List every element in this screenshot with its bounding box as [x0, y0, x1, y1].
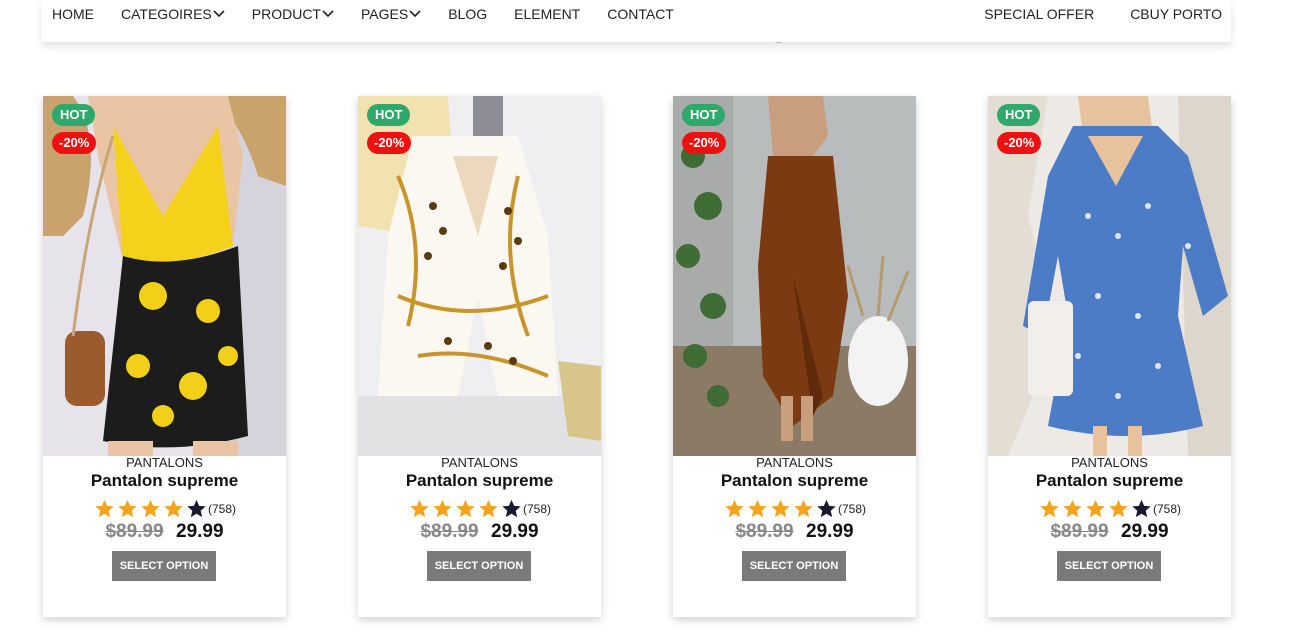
product-prices: $89.99 29.99 [43, 521, 286, 543]
star-icon [1084, 498, 1107, 520]
rating-count: (758) [522, 502, 551, 516]
nav-item-categories[interactable]: CATEGOIRES [121, 6, 225, 22]
product-rating: (758) [358, 498, 601, 520]
star-icon [1107, 498, 1130, 520]
chevron-down-icon [322, 9, 334, 19]
product-prices: $89.99 29.99 [673, 521, 916, 543]
nav-item-label: ELEMENT [514, 6, 581, 22]
product-name[interactable]: Pantalon supreme [43, 471, 286, 491]
star-empty-icon [1130, 498, 1153, 520]
hot-badge: HOT [52, 104, 96, 126]
hot-badge: HOT [682, 104, 726, 126]
product-rating: (758) [43, 498, 286, 520]
star-icon [746, 498, 769, 520]
product-category[interactable]: PANTALONS [673, 455, 916, 470]
star-empty-icon [500, 498, 523, 520]
select-option-button[interactable]: SELECT OPTION [427, 551, 531, 581]
chevron-down-icon [213, 9, 225, 19]
nav-item-special-offer[interactable]: SPECIAL OFFER [984, 6, 1094, 22]
sale-badge: -20% [367, 132, 412, 154]
hot-badge: HOT [367, 104, 411, 126]
product-card[interactable]: HOT -20% PANTALONS Pantalon supreme (758… [43, 96, 286, 617]
product-card[interactable]: HOT -20% PANTALONS Pantalon supreme (758… [358, 96, 601, 617]
star-icon [116, 498, 139, 520]
star-icon [792, 498, 815, 520]
product-category[interactable]: PANTALONS [43, 455, 286, 470]
select-option-button[interactable]: SELECT OPTION [112, 551, 216, 581]
nav-item-label: SPECIAL OFFER [984, 6, 1095, 22]
nav-left: HOME CATEGOIRES PRODUCT PAGES BLOG ELEME… [42, 0, 691, 28]
rating-count: (758) [837, 502, 866, 516]
star-icon [162, 498, 185, 520]
nav-item-label: HOME [52, 6, 94, 22]
old-price: $89.99 [735, 521, 794, 542]
nav-item-label: CONTACT [607, 6, 674, 22]
main-navbar: HOME CATEGOIRES PRODUCT PAGES BLOG ELEME… [42, 0, 1231, 42]
product-name[interactable]: Pantalon supreme [988, 471, 1231, 491]
star-empty-icon [185, 498, 208, 520]
star-icon [408, 498, 431, 520]
product-card[interactable]: HOT -20% PANTALONS Pantalon supreme (758… [988, 96, 1231, 617]
nav-item-element[interactable]: ELEMENT [514, 6, 580, 22]
chevron-down-icon [409, 9, 421, 19]
product-category[interactable]: PANTALONS [358, 455, 601, 470]
rating-count: (758) [1152, 502, 1181, 516]
hot-badge: HOT [997, 104, 1041, 126]
star-icon [93, 498, 116, 520]
old-price: $89.99 [420, 521, 479, 542]
product-name[interactable]: Pantalon supreme [673, 471, 916, 491]
nav-item-home[interactable]: HOME [52, 6, 94, 22]
nav-item-contact[interactable]: CONTACT [607, 6, 674, 22]
star-icon [477, 498, 500, 520]
old-price: $89.99 [1050, 521, 1109, 542]
select-option-button[interactable]: SELECT OPTION [1057, 551, 1161, 581]
current-price: 29.99 [1121, 521, 1169, 542]
nav-item-cbuy-porto[interactable]: CBUY PORTO [1130, 6, 1222, 22]
rating-count: (758) [207, 502, 236, 516]
nav-item-label: PRODUCT [251, 6, 321, 22]
nav-right: SPECIAL OFFER CBUY PORTO [957, 0, 1231, 28]
nav-item-pages[interactable]: PAGES [361, 6, 421, 22]
nav-item-blog[interactable]: BLOG [448, 6, 487, 22]
product-prices: $89.99 29.99 [988, 521, 1231, 543]
product-prices: $89.99 29.99 [358, 521, 601, 543]
product-card[interactable]: HOT -20% PANTALONS Pantalon supreme (758… [673, 96, 916, 617]
sale-badge: -20% [52, 132, 97, 154]
sale-badge: -20% [997, 132, 1042, 154]
star-icon [1038, 498, 1061, 520]
nav-item-label: PAGES [361, 6, 409, 22]
nav-item-label: CBUY PORTO [1130, 6, 1222, 22]
star-icon [139, 498, 162, 520]
star-icon [723, 498, 746, 520]
nav-item-product[interactable]: PRODUCT [252, 6, 334, 22]
nav-item-label: CATEGOIRES [121, 6, 212, 22]
select-option-button[interactable]: SELECT OPTION [742, 551, 846, 581]
sale-badge: -20% [682, 132, 727, 154]
product-name[interactable]: Pantalon supreme [358, 471, 601, 491]
star-icon [1061, 498, 1084, 520]
current-price: 29.99 [491, 521, 539, 542]
product-rating: (758) [673, 498, 916, 520]
product-category[interactable]: PANTALONS [988, 455, 1231, 470]
star-icon [769, 498, 792, 520]
nav-item-label: BLOG [448, 6, 488, 22]
product-rating: (758) [988, 498, 1231, 520]
current-price: 29.99 [806, 521, 854, 542]
current-price: 29.99 [176, 521, 224, 542]
star-empty-icon [815, 498, 838, 520]
star-icon [431, 498, 454, 520]
old-price: $89.99 [105, 521, 164, 542]
star-icon [454, 498, 477, 520]
